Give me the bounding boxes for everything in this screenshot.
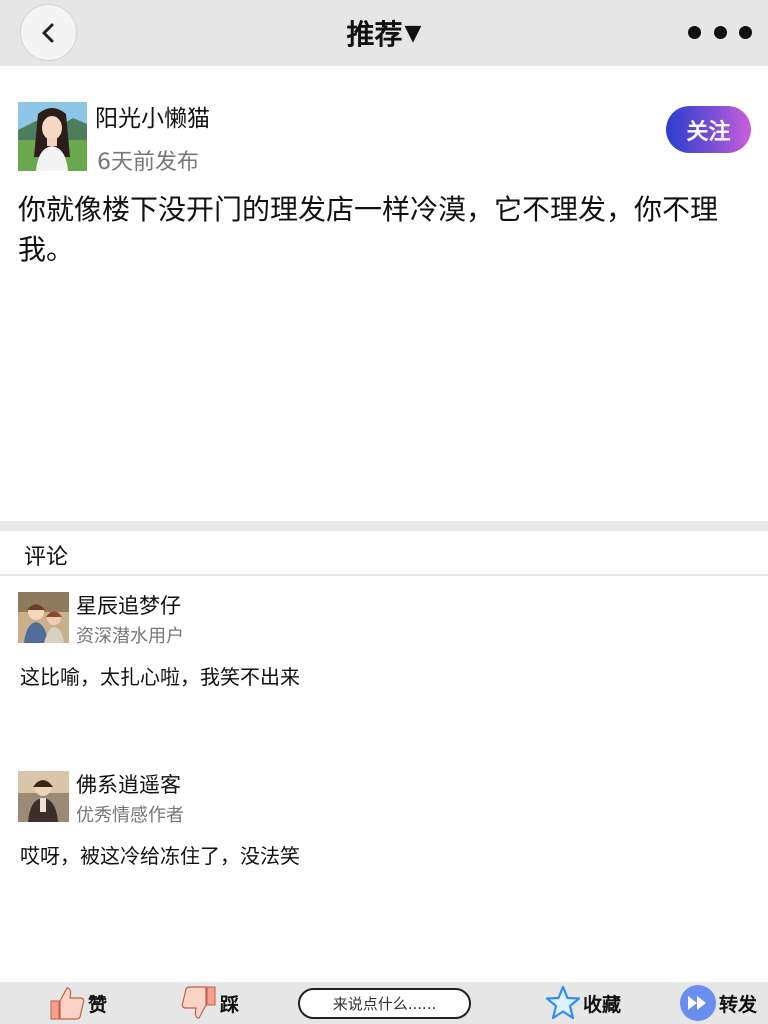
commenter-name[interactable]: 佛系逍遥客 (76, 769, 181, 799)
back-button[interactable] (20, 4, 77, 61)
commenter-avatar[interactable] (18, 592, 69, 643)
star-icon (545, 985, 581, 1020)
comment-item: 星辰追梦仔 资深潜水用户 这比喻，太扎心啦，我笑不出来 (0, 592, 768, 732)
author-name[interactable]: 阳光小懒猫 (95, 99, 210, 133)
comment-input[interactable]: 来说点什么...... (298, 988, 471, 1019)
commenter-avatar[interactable] (18, 771, 69, 822)
favorite-button[interactable]: 收藏 (545, 982, 621, 1024)
like-button[interactable]: 赞 (48, 982, 107, 1024)
share-label: 转发 (719, 993, 758, 1016)
share-button[interactable]: 转发 (679, 982, 757, 1024)
comments-title: 评论 (24, 545, 69, 570)
dislike-label: 踩 (220, 993, 240, 1016)
dislike-button[interactable]: 踩 (180, 982, 239, 1024)
feed-selector[interactable]: 推荐 ▼ (347, 13, 422, 53)
bottom-action-bar: 赞 踩 来说点什么...... 收藏 转发 (0, 982, 768, 1024)
commenter-role: 资深潜水用户 (76, 626, 184, 647)
commenter-role: 优秀情感作者 (76, 805, 184, 826)
comment-item: 佛系逍遥客 优秀情感作者 哎呀，被这冷给冻住了，没法笑 (0, 771, 768, 911)
section-divider (0, 521, 768, 531)
caret-down-icon: ▼ (404, 20, 422, 46)
more-dot-icon (688, 25, 701, 39)
like-label: 赞 (88, 993, 108, 1016)
top-bar: 推荐 ▼ (0, 0, 768, 66)
post-body: 你就像楼下没开门的理发店一样冷漠，它不理发，你不理我。 (18, 193, 719, 266)
comment-text: 哎呀，被这冷给冻住了，没法笑 (20, 844, 300, 868)
favorite-label: 收藏 (583, 993, 622, 1016)
post-time: 6天前发布 (97, 150, 199, 175)
post-card: 阳光小懒猫 6天前发布 关注 你就像楼下没开门的理发店一样冷漠，它不理发，你不理… (0, 66, 768, 521)
page-title: 推荐 (346, 18, 403, 51)
thumbs-up-icon (50, 987, 85, 1020)
thumbs-down-icon (181, 986, 216, 1019)
more-dot-icon (713, 25, 727, 39)
commenter-name[interactable]: 星辰追梦仔 (76, 590, 181, 620)
more-button[interactable] (688, 22, 752, 42)
comment-text: 这比喻，太扎心啦，我笑不出来 (20, 665, 300, 689)
author-avatar[interactable] (18, 102, 87, 171)
fast-forward-icon (680, 985, 716, 1021)
comments-header: 评论 (0, 531, 768, 576)
chevron-left-icon (42, 23, 53, 42)
more-dot-icon (739, 25, 752, 39)
follow-button[interactable]: 关注 (666, 106, 751, 153)
